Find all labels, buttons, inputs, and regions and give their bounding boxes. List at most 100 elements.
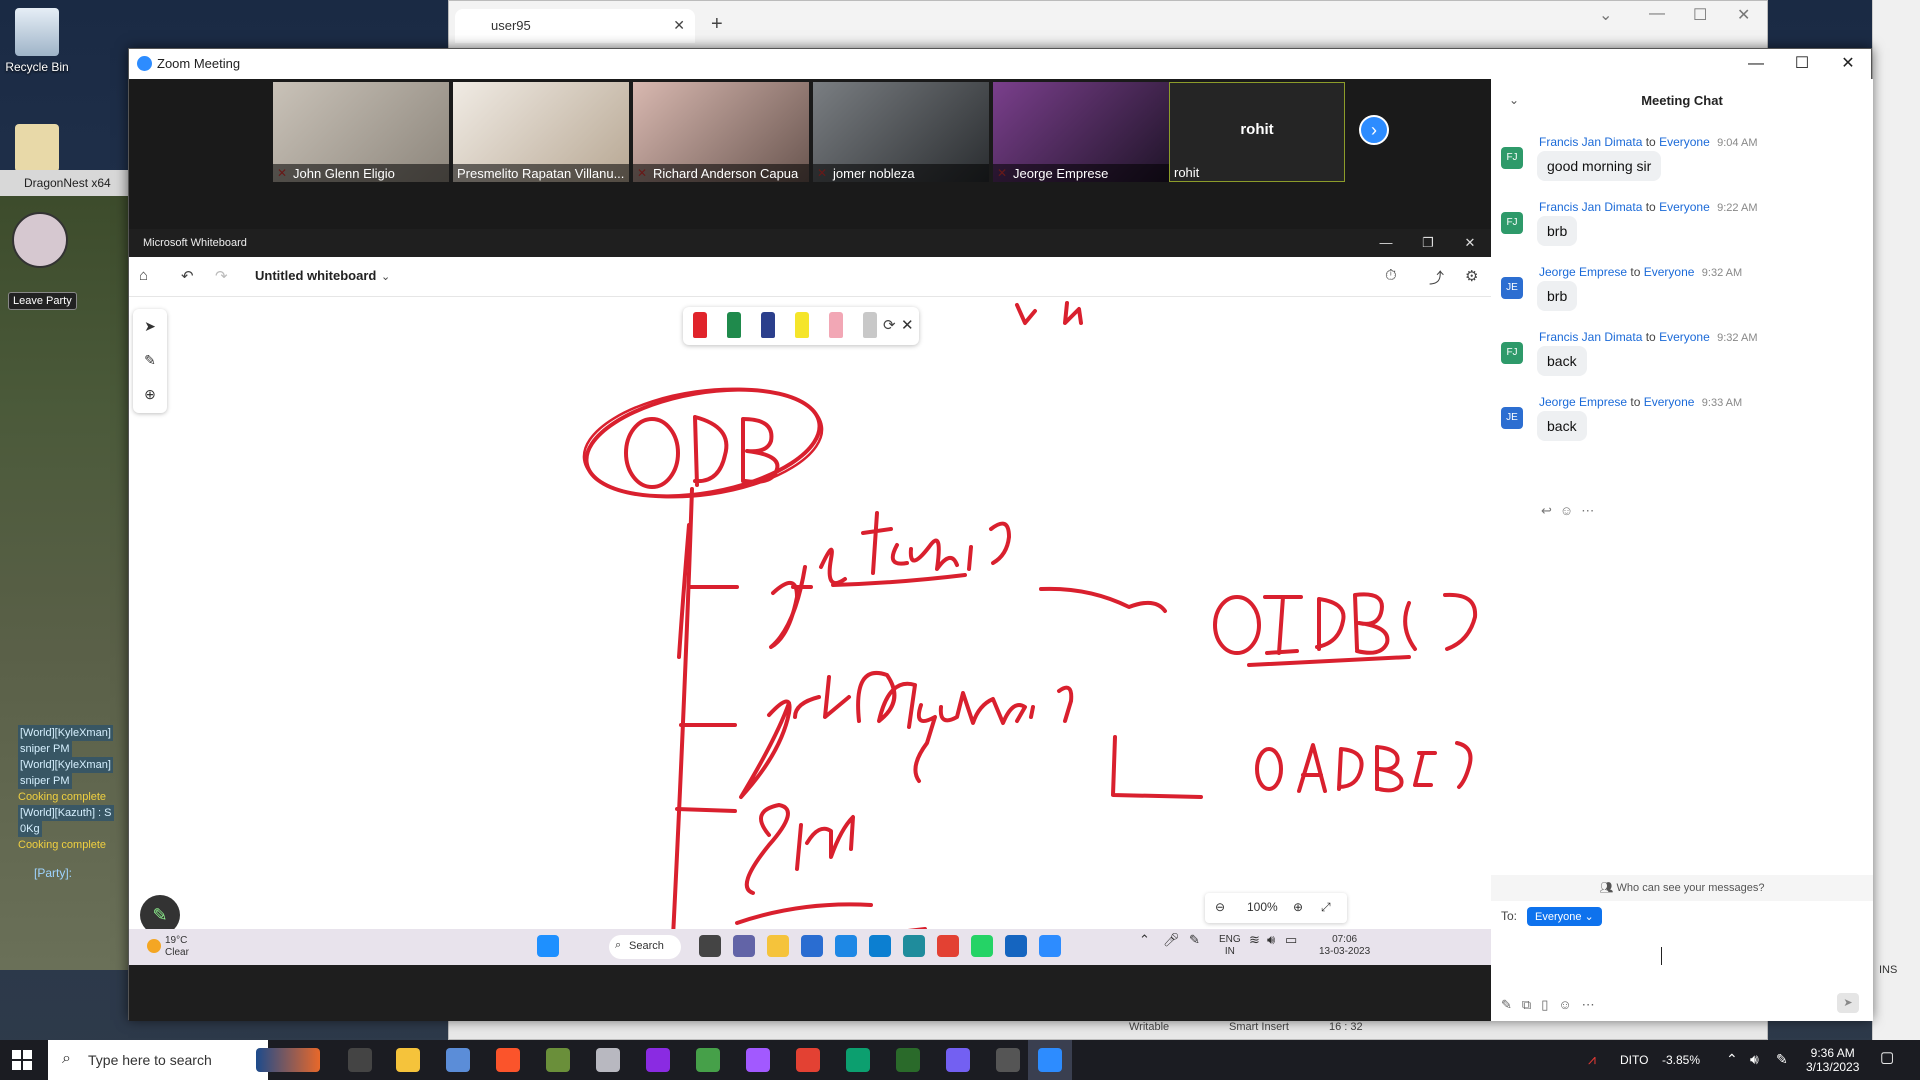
zoom-out-icon[interactable]: ⊖ <box>1215 900 1225 914</box>
sender-name[interactable]: Jeorge Emprese <box>1539 265 1627 279</box>
maximize-icon[interactable]: ☐ <box>1693 5 1707 25</box>
minimize-icon[interactable]: — <box>1733 49 1779 79</box>
video-tile[interactable]: rohit rohit <box>1169 82 1345 182</box>
screenshot-icon[interactable]: ⧉ <box>1522 997 1541 1012</box>
store-icon[interactable] <box>801 935 823 957</box>
video-tile[interactable]: Presmelito Rapatan Villanu... <box>453 82 629 182</box>
browser-tab[interactable]: user95 ✕ <box>455 9 695 43</box>
chevron-down-icon[interactable]: ⌄ <box>1509 93 1519 107</box>
image-viewer-icon[interactable] <box>546 1048 570 1072</box>
notification-icon[interactable]: ▢ <box>1880 1050 1894 1065</box>
game-launcher-icon[interactable] <box>896 1048 920 1072</box>
video-tile[interactable]: ✕ Jeorge Emprese <box>993 82 1169 182</box>
share-icon[interactable]: ⤴ <box>1429 267 1444 288</box>
send-icon[interactable]: ➤ <box>1837 993 1859 1013</box>
board-name[interactable]: Untitled whiteboard <box>255 268 376 283</box>
message-text[interactable]: brb <box>1537 281 1578 311</box>
message-text[interactable]: back <box>1537 346 1587 376</box>
volume-icon[interactable]: 🔊︎ <box>1267 933 1275 946</box>
home-icon[interactable]: ⌂ <box>139 267 148 284</box>
app-icon[interactable] <box>996 1048 1020 1072</box>
reply-icon[interactable]: ↩ <box>1541 503 1560 518</box>
volume-icon[interactable]: 🔊︎ <box>1750 1052 1759 1066</box>
zoom-app-icon[interactable] <box>1038 1048 1062 1072</box>
shared-search-button[interactable]: ⌕ Search <box>609 935 681 959</box>
letter-l-app-icon[interactable] <box>835 935 857 957</box>
message-recipient[interactable]: Everyone <box>1659 330 1710 344</box>
sender-name[interactable]: Jeorge Emprese <box>1539 395 1627 409</box>
video-tile[interactable]: ✕ jomer nobleza <box>813 82 989 182</box>
chrome-icon[interactable] <box>796 1048 820 1072</box>
task-view-icon[interactable] <box>348 1048 372 1072</box>
close-icon[interactable]: ✕ <box>1737 5 1750 25</box>
chevron-up-icon[interactable]: ⌃ <box>1726 1052 1738 1066</box>
host-clock[interactable]: 9:36 AM 3/13/2023 <box>1806 1046 1859 1074</box>
app-icon[interactable] <box>596 1048 620 1072</box>
file-explorer-icon[interactable] <box>396 1048 420 1072</box>
network-label[interactable]: DITO <box>1620 1053 1648 1067</box>
message-recipient[interactable]: Everyone <box>1644 395 1695 409</box>
notepad-icon[interactable] <box>696 1048 720 1072</box>
microphone-icon[interactable]: 🎤︎ <box>1163 933 1180 946</box>
more-options-icon[interactable]: ⋯ <box>1581 503 1602 518</box>
recycle-bin-shortcut[interactable]: Recycle Bin <box>0 8 82 74</box>
app-icon[interactable] <box>903 935 925 957</box>
sender-name[interactable]: Francis Jan Dimata <box>1539 200 1642 214</box>
chevron-up-icon[interactable]: ⌃ <box>1139 933 1150 946</box>
close-icon[interactable]: ✕ <box>1825 49 1871 79</box>
chevron-right-icon[interactable]: › <box>1359 115 1389 145</box>
chevron-down-icon[interactable]: ⌄ <box>381 270 390 283</box>
file-attach-icon[interactable]: ▯ <box>1541 997 1558 1012</box>
message-text[interactable]: brb <box>1537 216 1578 246</box>
settings-gear-icon[interactable]: ⚙ <box>1465 267 1478 285</box>
edge-icon[interactable] <box>869 935 891 957</box>
teams-icon[interactable] <box>733 935 755 957</box>
folder-shortcut[interactable] <box>0 124 82 176</box>
message-text[interactable]: back <box>1537 411 1587 441</box>
chat-message-input[interactable] <box>1501 939 1861 983</box>
pen-icon[interactable]: ✎ <box>1776 1052 1788 1066</box>
task-view-icon[interactable] <box>699 935 721 957</box>
maximize-icon[interactable]: ☐ <box>1779 49 1825 79</box>
timer-icon[interactable]: ⏱ <box>1385 267 1397 284</box>
viber-icon[interactable] <box>946 1048 970 1072</box>
redo-icon[interactable]: ↷ <box>215 267 228 285</box>
message-visibility-notice[interactable]: 👥︎ Who can see your messages? <box>1491 875 1873 901</box>
whiteboard-app-icon[interactable] <box>1005 935 1027 957</box>
sender-name[interactable]: Francis Jan Dimata <box>1539 135 1642 149</box>
windows-start-icon[interactable] <box>12 1050 32 1070</box>
restore-icon[interactable]: ❐ <box>1407 229 1449 257</box>
chevron-down-icon[interactable]: ⌄ <box>1599 5 1612 25</box>
message-recipient[interactable]: Everyone <box>1659 135 1710 149</box>
undo-icon[interactable]: ↶ <box>181 267 194 285</box>
pen-icon[interactable]: ✎ <box>1189 933 1200 946</box>
figma-icon[interactable] <box>746 1048 770 1072</box>
message-text[interactable]: good morning sir <box>1537 151 1662 181</box>
shared-clock[interactable]: 07:06 13-03-2023 <box>1319 934 1370 958</box>
minimize-icon[interactable]: — <box>1365 229 1407 257</box>
windows-start-icon[interactable] <box>537 935 559 957</box>
language-indicator[interactable]: ENG IN <box>1219 934 1241 958</box>
fit-screen-icon[interactable]: ⤢ <box>1321 900 1331 915</box>
sender-name[interactable]: Francis Jan Dimata <box>1539 330 1642 344</box>
close-icon[interactable]: ✕ <box>1449 229 1491 257</box>
leave-party-button[interactable]: Leave Party <box>8 292 77 310</box>
chrome-icon[interactable] <box>937 935 959 957</box>
edge-icon[interactable] <box>846 1048 870 1072</box>
message-recipient[interactable]: Everyone <box>1644 265 1695 279</box>
zoom-in-icon[interactable]: ⊕ <box>1293 900 1303 914</box>
message-recipient[interactable]: Everyone <box>1659 200 1710 214</box>
jetbrains-icon[interactable] <box>646 1048 670 1072</box>
party-chat-input[interactable]: [Party]: <box>34 866 72 880</box>
emoji-reaction-icon[interactable]: ☺ <box>1560 503 1581 518</box>
close-tab-icon[interactable]: ✕ <box>673 17 685 34</box>
file-explorer-icon[interactable] <box>767 935 789 957</box>
whiteboard-ink-canvas[interactable] <box>129 297 1491 937</box>
game-window[interactable]: DragonNest x64 Leave Party [World][KyleX… <box>0 170 128 970</box>
wifi-icon[interactable]: ≋ <box>1249 933 1260 946</box>
brave-icon[interactable] <box>496 1048 520 1072</box>
video-tile[interactable]: ✕ Richard Anderson Capua <box>633 82 809 182</box>
stock-change[interactable]: -3.85% <box>1662 1053 1700 1067</box>
whatsapp-icon[interactable] <box>971 935 993 957</box>
zoom-app-icon[interactable] <box>1039 935 1061 957</box>
